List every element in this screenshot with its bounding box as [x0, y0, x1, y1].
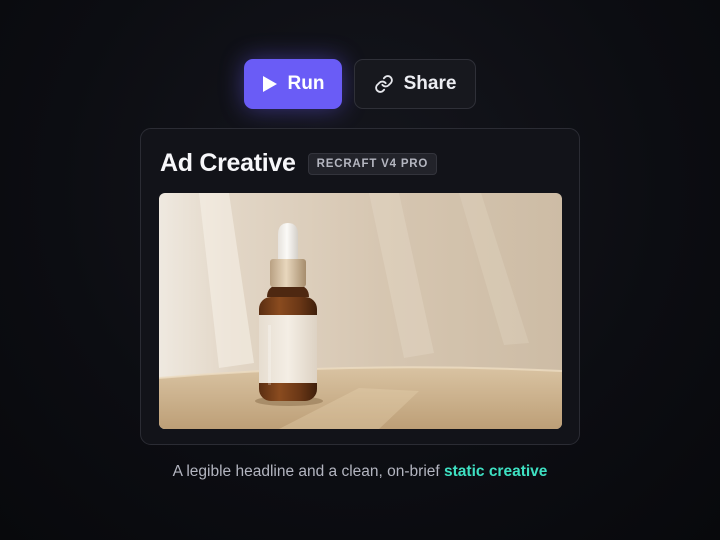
caption: A legible headline and a clean, on-brief… — [0, 463, 720, 481]
ad-creative-card: Ad Creative RECRAFT V4 PRO — [140, 128, 580, 445]
caption-highlight: static creative — [444, 463, 548, 480]
app-stage: Run Share Ad Creative RECRAFT V4 PRO A l… — [0, 0, 720, 540]
share-button[interactable]: Share — [354, 59, 476, 109]
run-button-label: Run — [287, 73, 325, 94]
link-icon — [374, 74, 394, 94]
caption-text: A legible headline and a clean, on-brief — [172, 463, 440, 480]
play-icon — [262, 75, 278, 93]
product-image — [159, 193, 562, 429]
dropper-bottle-photo — [159, 193, 562, 429]
model-badge: RECRAFT V4 PRO — [307, 152, 438, 175]
run-button[interactable]: Run — [244, 59, 342, 109]
card-header: Ad Creative RECRAFT V4 PRO — [160, 149, 438, 178]
action-bar: Run Share — [0, 59, 720, 109]
share-button-label: Share — [403, 73, 457, 94]
card-title: Ad Creative — [160, 149, 296, 177]
